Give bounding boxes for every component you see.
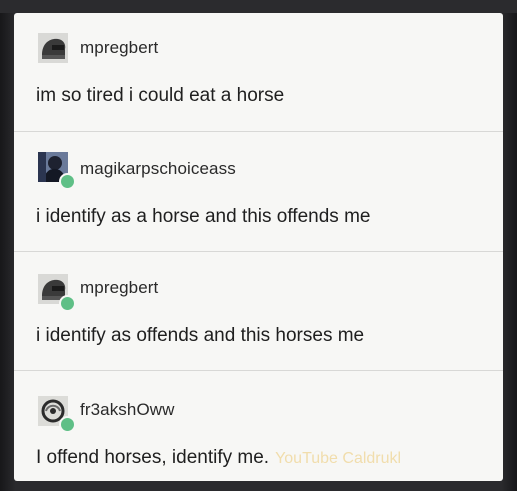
username[interactable]: mpregbert bbox=[80, 278, 158, 298]
helmet-icon[interactable] bbox=[38, 33, 68, 63]
post-4: fr3akshOww I offend horses, identify me.… bbox=[14, 371, 503, 481]
youtube-watermark: YouTube Caldrukl bbox=[275, 450, 402, 467]
username[interactable]: magikarpschoiceass bbox=[80, 159, 236, 179]
post-2: magikarpschoiceass i identify as a horse… bbox=[14, 132, 503, 250]
post-1: mpregbert im so tired i could eat a hors… bbox=[14, 13, 503, 125]
post-text: i identify as a horse and this offends m… bbox=[36, 206, 371, 227]
reblog-badge-icon bbox=[59, 173, 76, 190]
username[interactable]: mpregbert bbox=[80, 38, 158, 58]
post-3: mpregbert i identify as offends and this… bbox=[14, 252, 503, 370]
post-text: I offend horses, identify me. YouTube Cal… bbox=[36, 447, 401, 469]
video-frame: mpregbert im so tired i could eat a hors… bbox=[0, 0, 517, 491]
post-text-content: I offend horses, identify me. bbox=[36, 447, 270, 468]
username[interactable]: fr3akshOww bbox=[80, 400, 175, 420]
reblog-badge-icon bbox=[59, 295, 76, 312]
post-text: i identify as offends and this horses me bbox=[36, 325, 365, 346]
top-dark-bar bbox=[0, 0, 517, 13]
post-text: im so tired i could eat a horse bbox=[36, 85, 285, 106]
tumblr-post-thread: mpregbert im so tired i could eat a hors… bbox=[14, 13, 503, 481]
reblog-badge-icon bbox=[59, 416, 76, 433]
